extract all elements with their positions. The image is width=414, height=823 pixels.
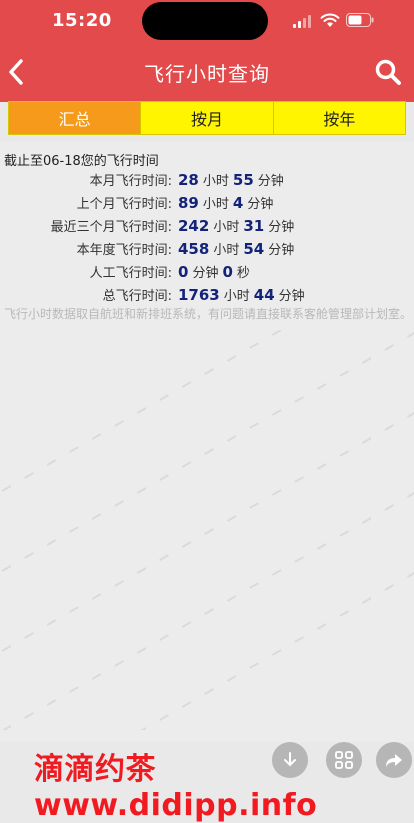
row-label: 总飞行时间: — [102, 289, 172, 304]
download-button[interactable] — [272, 742, 308, 778]
minutes-unit: 分钟 — [278, 289, 305, 304]
hours-value: 458 — [178, 240, 210, 258]
row-this-month: 本月飞行时间: 28 小时 55 分钟 — [0, 170, 414, 193]
minutes-unit: 分钟 — [257, 174, 284, 189]
minutes-unit: 分钟 — [268, 220, 295, 235]
minutes-value: 55 — [232, 171, 254, 189]
status-bar: 15:20 — [0, 0, 414, 42]
row-total: 总飞行时间: 1763 小时 44 分钟 — [0, 285, 414, 308]
hours-unit: 小时 — [202, 197, 229, 212]
minutes-unit: 分钟 — [192, 266, 219, 281]
wifi-icon — [320, 13, 340, 27]
as-of-text: 截止至06-18您的飞行时间 — [4, 154, 159, 169]
tab-summary[interactable]: 汇总 — [9, 102, 141, 134]
app-header: 15:20 飞行小时查询 — [0, 0, 414, 102]
data-source-note: 飞行小时数据取自航班和新排班系统，有问题请直接联系客舱管理部计划室。 — [4, 307, 413, 321]
seconds-value: 0 — [222, 263, 233, 281]
row-manual-flight: 人工飞行时间: 0 分钟 0 秒 — [0, 262, 414, 285]
grid-icon — [335, 751, 353, 769]
signal-icon — [293, 14, 313, 28]
row-label: 最近三个月飞行时间: — [50, 220, 172, 235]
hours-unit: 小时 — [213, 243, 240, 258]
page-title: 飞行小时查询 — [144, 62, 270, 86]
seconds-unit: 秒 — [236, 266, 250, 281]
minutes-value: 54 — [243, 240, 265, 258]
tab-by-month[interactable]: 按月 — [140, 102, 272, 134]
share-button[interactable] — [376, 742, 412, 778]
row-last-three-months: 最近三个月飞行时间: 242 小时 31 分钟 — [0, 216, 414, 239]
hours-value: 242 — [178, 217, 210, 235]
share-icon — [386, 754, 402, 767]
download-icon — [284, 752, 296, 767]
grid-button[interactable] — [326, 742, 362, 778]
minutes-value: 44 — [253, 286, 275, 304]
row-last-month: 上个月飞行时间: 89 小时 4 分钟 — [0, 193, 414, 216]
row-label: 本月飞行时间: — [89, 174, 172, 189]
navigation-bar: 飞行小时查询 — [0, 46, 414, 98]
minutes-value: 0 — [178, 263, 189, 281]
row-label: 本年度飞行时间: — [76, 243, 172, 258]
minutes-value: 4 — [232, 194, 244, 212]
minutes-value: 31 — [243, 217, 265, 235]
tab-by-year[interactable]: 按年 — [272, 102, 405, 134]
hours-unit: 小时 — [202, 174, 229, 189]
row-this-year: 本年度飞行时间: 458 小时 54 分钟 — [0, 239, 414, 262]
flight-hours-list: 本月飞行时间: 28 小时 55 分钟 上个月飞行时间: 89 小时 4 分钟 … — [0, 170, 414, 308]
row-label: 人工飞行时间: — [89, 266, 172, 281]
dynamic-island — [142, 2, 268, 40]
hours-value: 28 — [178, 171, 199, 189]
search-icon[interactable] — [374, 58, 402, 86]
hours-value: 1763 — [178, 286, 220, 304]
row-label: 上个月飞行时间: — [76, 197, 172, 212]
watermark-pattern — [0, 330, 414, 730]
view-tabs: 汇总 按月 按年 — [8, 101, 406, 135]
hours-unit: 小时 — [213, 220, 240, 235]
hours-unit: 小时 — [223, 289, 250, 304]
hours-value: 89 — [178, 194, 199, 212]
minutes-unit: 分钟 — [268, 243, 295, 258]
status-time: 15:20 — [52, 10, 112, 31]
minutes-unit: 分钟 — [247, 197, 274, 212]
battery-icon — [346, 13, 374, 27]
